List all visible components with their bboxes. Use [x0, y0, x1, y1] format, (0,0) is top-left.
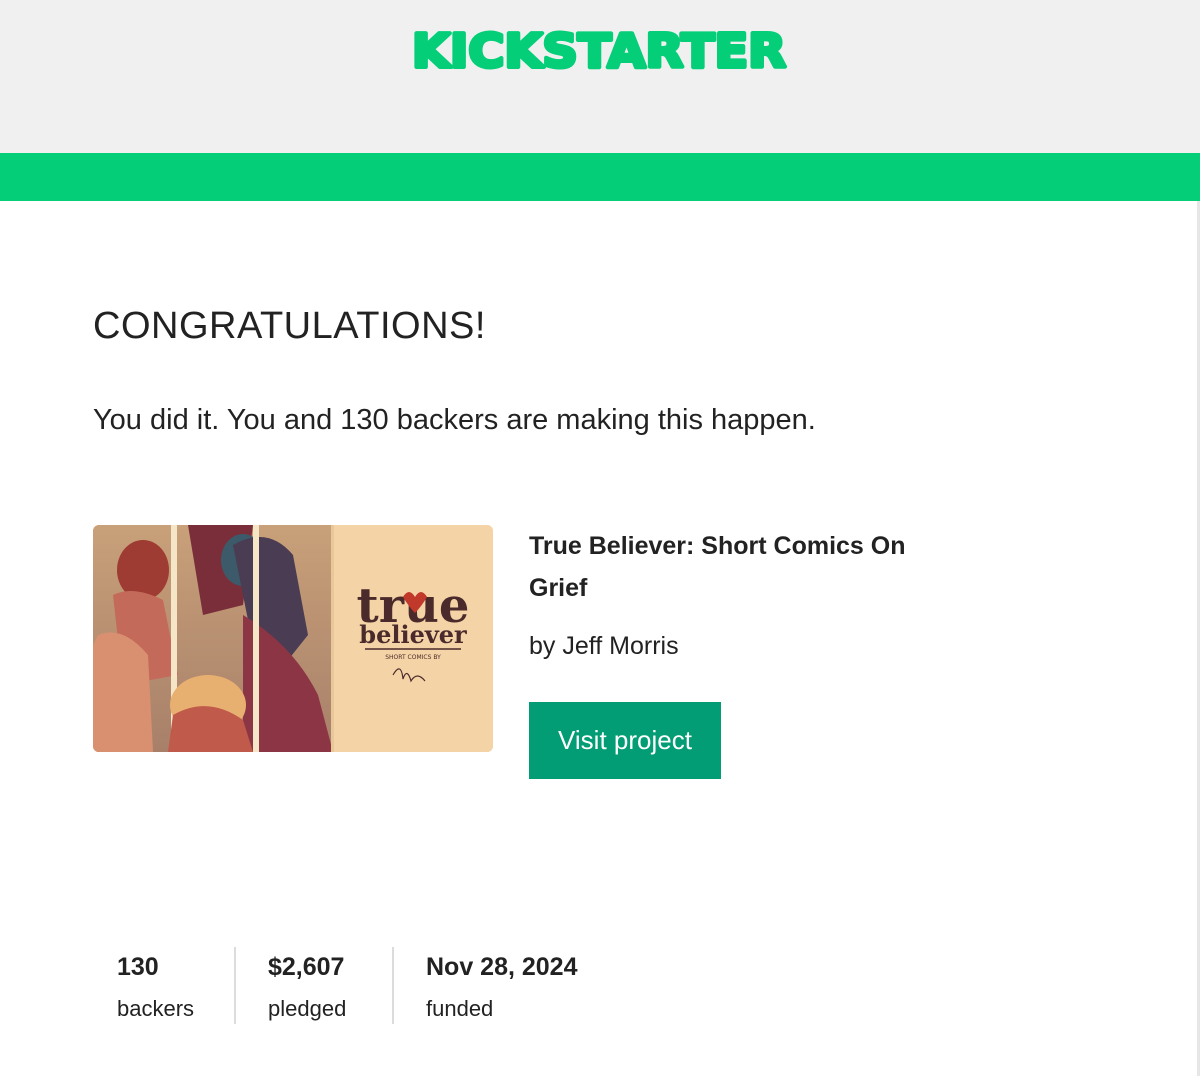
headline: CONGRATULATIONS! — [93, 305, 486, 347]
stat-pledged: $2,607 pledged — [236, 947, 392, 1024]
stat-backers: 130 backers — [93, 947, 234, 1024]
brand-bar — [0, 153, 1200, 201]
cover-title-believer: believer — [359, 620, 467, 649]
logo-wordmark: KICKSTARTER — [412, 26, 786, 74]
stat-label: pledged — [268, 996, 347, 1021]
visit-project-button[interactable]: Visit project — [529, 702, 721, 779]
stat-label: funded — [426, 996, 494, 1021]
project-image[interactable]: true believer SHORT COMICS BY — [93, 525, 493, 752]
stat-label: backers — [117, 996, 195, 1021]
project-creator: by Jeff Morris — [529, 632, 679, 660]
kickstarter-logo[interactable]: KICKSTARTER — [408, 26, 790, 74]
stat-value: 130 — [117, 953, 159, 981]
cover-subtitle: SHORT COMICS BY — [385, 654, 441, 661]
email-header: KICKSTARTER — [0, 0, 1200, 153]
project-cover-art: true believer SHORT COMICS BY — [93, 525, 493, 752]
subline: You did it. You and 130 backers are maki… — [93, 404, 816, 436]
project-title[interactable]: True Believer: Short Comics On Grief — [529, 525, 929, 609]
stat-value: $2,607 — [268, 953, 345, 981]
funding-stats: 130 backers $2,607 pledged Nov 28, 2024 … — [93, 947, 634, 1024]
stat-funded: Nov 28, 2024 funded — [394, 947, 634, 1024]
stat-value: Nov 28, 2024 — [426, 953, 578, 981]
